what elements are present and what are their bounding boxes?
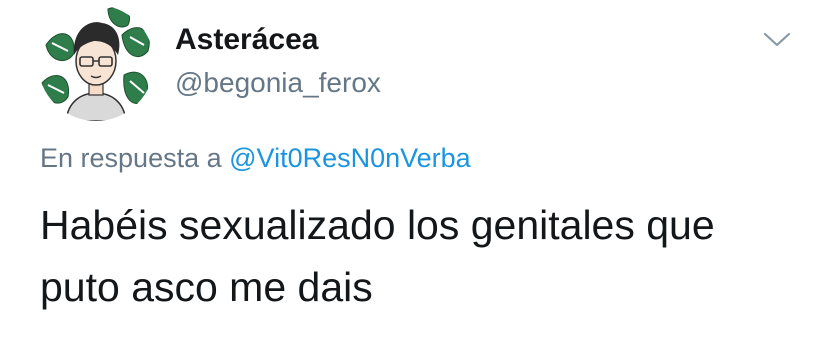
reply-context: En respuesta a @Vit0ResN0nVerba	[40, 141, 471, 175]
tweet-text-line: puto asco me dais	[40, 264, 373, 310]
reply-prefix: En respuesta a	[40, 143, 222, 173]
tweet-card: Asterácea @begonia_ferox En respuesta a …	[0, 0, 827, 352]
tweet-text: Habéis sexualizado los genitales que put…	[40, 194, 810, 318]
author-display-name[interactable]: Asterácea	[175, 22, 318, 58]
avatar-illustration	[38, 5, 154, 121]
reply-mention-link[interactable]: @Vit0ResN0nVerba	[229, 143, 471, 173]
tweet-text-line: Habéis sexualizado los genitales que	[40, 202, 715, 248]
chevron-down-icon[interactable]	[762, 30, 792, 50]
avatar[interactable]	[38, 5, 154, 121]
author-handle[interactable]: @begonia_ferox	[175, 66, 381, 100]
